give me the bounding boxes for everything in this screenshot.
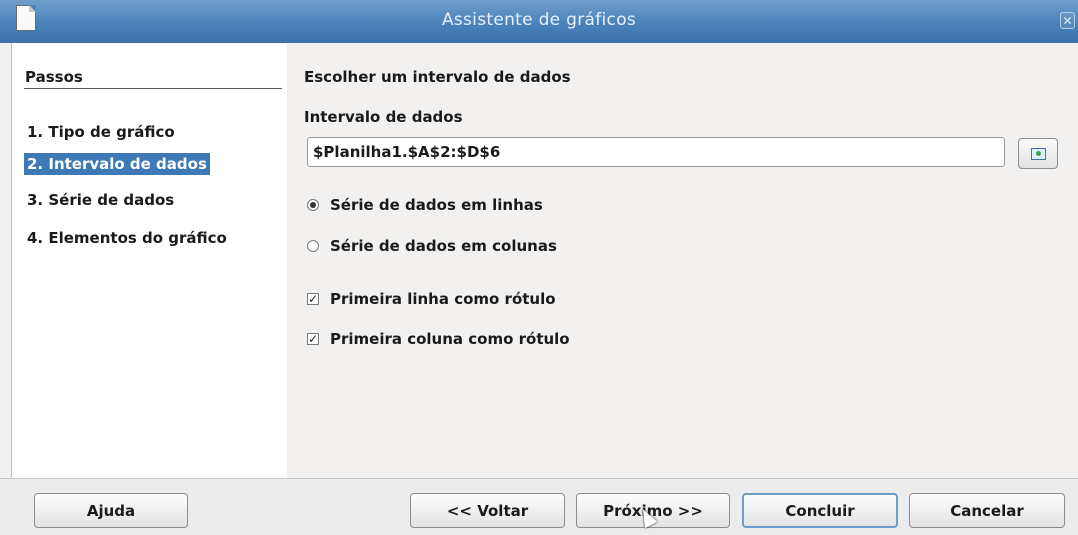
checkmark-icon[interactable]: ✓: [307, 333, 319, 345]
columns-radio-label: Série de dados em colunas: [330, 237, 557, 255]
shrink-dialog-icon: [1031, 148, 1046, 160]
step-chart-type[interactable]: 1. Tipo de gráfico: [24, 121, 178, 143]
steps-divider: [24, 88, 282, 89]
finish-button[interactable]: Concluir: [742, 493, 898, 528]
help-button[interactable]: Ajuda: [34, 493, 188, 528]
rows-radio-option[interactable]: Série de dados em linhas: [307, 194, 543, 216]
rows-radio-label: Série de dados em linhas: [330, 196, 543, 214]
first-row-label-checkbox[interactable]: ✓ Primeira linha como rótulo: [307, 288, 556, 310]
cancel-button[interactable]: Cancelar: [909, 493, 1065, 528]
select-range-button[interactable]: [1018, 138, 1058, 169]
data-range-input[interactable]: [307, 137, 1005, 167]
window-title: Assistente de gráficos: [441, 10, 637, 30]
title-bar[interactable]: Assistente de gráficos ✕: [0, 0, 1078, 43]
steps-heading: Passos: [25, 68, 83, 86]
step-chart-elements[interactable]: 4. Elementos do gráfico: [24, 227, 230, 249]
columns-radio-option[interactable]: Série de dados em colunas: [307, 235, 557, 257]
section-title: Escolher um intervalo de dados: [304, 68, 571, 86]
close-icon[interactable]: ✕: [1060, 12, 1075, 29]
radio-unselected-icon[interactable]: [307, 240, 319, 252]
chart-wizard-dialog: Assistente de gráficos ✕ Passos 1. Tipo …: [0, 0, 1078, 535]
first-row-label-text: Primeira linha como rótulo: [330, 290, 556, 308]
first-column-label-text: Primeira coluna como rótulo: [330, 330, 570, 348]
steps-panel: Passos 1. Tipo de gráfico 2. Intervalo d…: [11, 43, 288, 478]
checkmark-icon[interactable]: ✓: [307, 293, 319, 305]
data-range-label: Intervalo de dados: [304, 108, 463, 126]
button-bar: Ajuda << Voltar Próximo >> Concluir Canc…: [0, 478, 1078, 535]
step-data-range[interactable]: 2. Intervalo de dados: [24, 153, 210, 175]
first-column-label-checkbox[interactable]: ✓ Primeira coluna como rótulo: [307, 328, 570, 350]
back-button[interactable]: << Voltar: [410, 493, 565, 528]
content-panel: Escolher um intervalo de dados Intervalo…: [287, 43, 1078, 478]
radio-selected-icon[interactable]: [307, 199, 319, 211]
step-data-series[interactable]: 3. Série de dados: [24, 189, 177, 211]
